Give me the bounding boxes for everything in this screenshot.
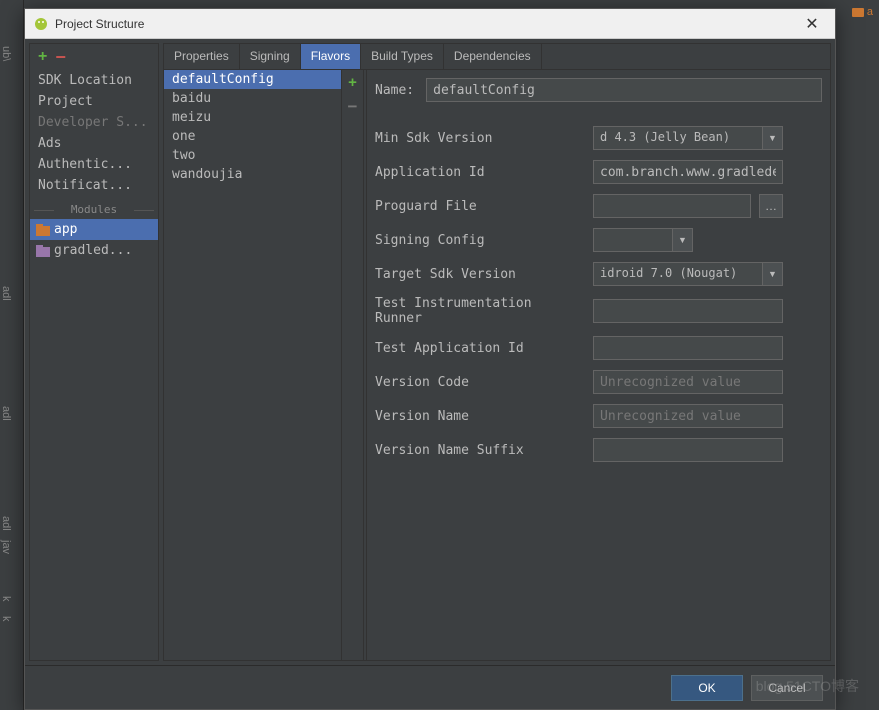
chevron-down-icon[interactable]: ▼ bbox=[763, 126, 783, 150]
minsdk-combo[interactable]: d 4.3 (Jelly Bean) ▼ bbox=[593, 126, 783, 150]
tab-dependencies[interactable]: Dependencies bbox=[444, 44, 542, 69]
browse-icon[interactable]: … bbox=[759, 194, 783, 218]
targetsdk-combo[interactable]: idroid 7.0 (Nougat) ▼ bbox=[593, 262, 783, 286]
ide-gutter: ub\ adl adl adl jav k k bbox=[0, 0, 24, 710]
close-icon[interactable]: ✕ bbox=[797, 9, 827, 39]
testappid-input[interactable] bbox=[593, 336, 783, 360]
remove-module-icon[interactable]: − bbox=[55, 47, 66, 68]
name-input[interactable] bbox=[426, 78, 822, 102]
title-bar[interactable]: Project Structure ✕ bbox=[25, 9, 835, 39]
versionsuffix-input[interactable] bbox=[593, 438, 783, 462]
module-app[interactable]: app bbox=[30, 219, 158, 240]
flavor-two[interactable]: two bbox=[164, 146, 341, 165]
button-bar: OK Cancel bbox=[25, 665, 835, 709]
project-structure-dialog: Project Structure ✕ + − SDK Location Pro… bbox=[24, 8, 836, 710]
name-label: Name: bbox=[375, 83, 414, 98]
sidebar-item-notif[interactable]: Notificat... bbox=[30, 175, 158, 196]
testappid-label: Test Application Id bbox=[375, 341, 585, 356]
sidebar-item-ads[interactable]: Ads bbox=[30, 133, 158, 154]
signing-label: Signing Config bbox=[375, 233, 585, 248]
flavor-baidu[interactable]: baidu bbox=[164, 89, 341, 108]
module-icon bbox=[36, 245, 50, 257]
sidebar-item-developer[interactable]: Developer S... bbox=[30, 112, 158, 133]
appid-label: Application Id bbox=[375, 165, 585, 180]
module-icon bbox=[36, 224, 50, 236]
minsdk-label: Min Sdk Version bbox=[375, 131, 585, 146]
signing-combo[interactable]: ▼ bbox=[593, 228, 693, 252]
add-flavor-icon[interactable]: + bbox=[348, 74, 357, 91]
remove-flavor-icon[interactable]: − bbox=[348, 97, 358, 117]
tab-signing[interactable]: Signing bbox=[240, 44, 301, 69]
tabs: Properties Signing Flavors Build Types D… bbox=[164, 44, 830, 70]
versioncode-label: Version Code bbox=[375, 375, 585, 390]
proguard-input[interactable] bbox=[593, 194, 751, 218]
versionname-input[interactable] bbox=[593, 404, 783, 428]
targetsdk-label: Target Sdk Version bbox=[375, 267, 585, 282]
chevron-down-icon[interactable]: ▼ bbox=[763, 262, 783, 286]
cancel-button[interactable]: Cancel bbox=[751, 675, 823, 701]
versionsuffix-label: Version Name Suffix bbox=[375, 443, 585, 458]
testrunner-input[interactable] bbox=[593, 299, 783, 323]
detail-pane: Name: Min Sdk Version d 4.3 (Jelly Bean)… bbox=[366, 70, 830, 660]
chevron-down-icon[interactable]: ▼ bbox=[673, 228, 693, 252]
sidebar: + − SDK Location Project Developer S... … bbox=[29, 43, 159, 661]
add-module-icon[interactable]: + bbox=[38, 48, 47, 66]
proguard-label: Proguard File bbox=[375, 199, 585, 214]
window-title: Project Structure bbox=[55, 17, 797, 31]
tab-flavors[interactable]: Flavors bbox=[301, 44, 361, 69]
sidebar-item-project[interactable]: Project bbox=[30, 91, 158, 112]
tab-properties[interactable]: Properties bbox=[164, 44, 240, 69]
sidebar-item-sdk[interactable]: SDK Location bbox=[30, 70, 158, 91]
right-pane: Properties Signing Flavors Build Types D… bbox=[163, 43, 831, 661]
flavor-one[interactable]: one bbox=[164, 127, 341, 146]
versionname-label: Version Name bbox=[375, 409, 585, 424]
flavor-list-pane: defaultConfig baidu meizu one two wandou… bbox=[164, 70, 364, 660]
flavor-meizu[interactable]: meizu bbox=[164, 108, 341, 127]
background-tab: a bbox=[851, 6, 873, 18]
android-icon bbox=[33, 16, 49, 32]
flavor-default[interactable]: defaultConfig bbox=[164, 70, 341, 89]
flavor-list: defaultConfig baidu meizu one two wandou… bbox=[164, 70, 341, 660]
tab-buildtypes[interactable]: Build Types bbox=[361, 44, 444, 69]
flavor-wandoujia[interactable]: wandoujia bbox=[164, 165, 341, 184]
appid-input[interactable] bbox=[593, 160, 783, 184]
module-gradle[interactable]: gradled... bbox=[30, 240, 158, 261]
versioncode-input[interactable] bbox=[593, 370, 783, 394]
testrunner-label: Test Instrumentation Runner bbox=[375, 296, 585, 326]
modules-header: Modules bbox=[30, 200, 158, 219]
ok-button[interactable]: OK bbox=[671, 675, 743, 701]
sidebar-item-auth[interactable]: Authentic... bbox=[30, 154, 158, 175]
